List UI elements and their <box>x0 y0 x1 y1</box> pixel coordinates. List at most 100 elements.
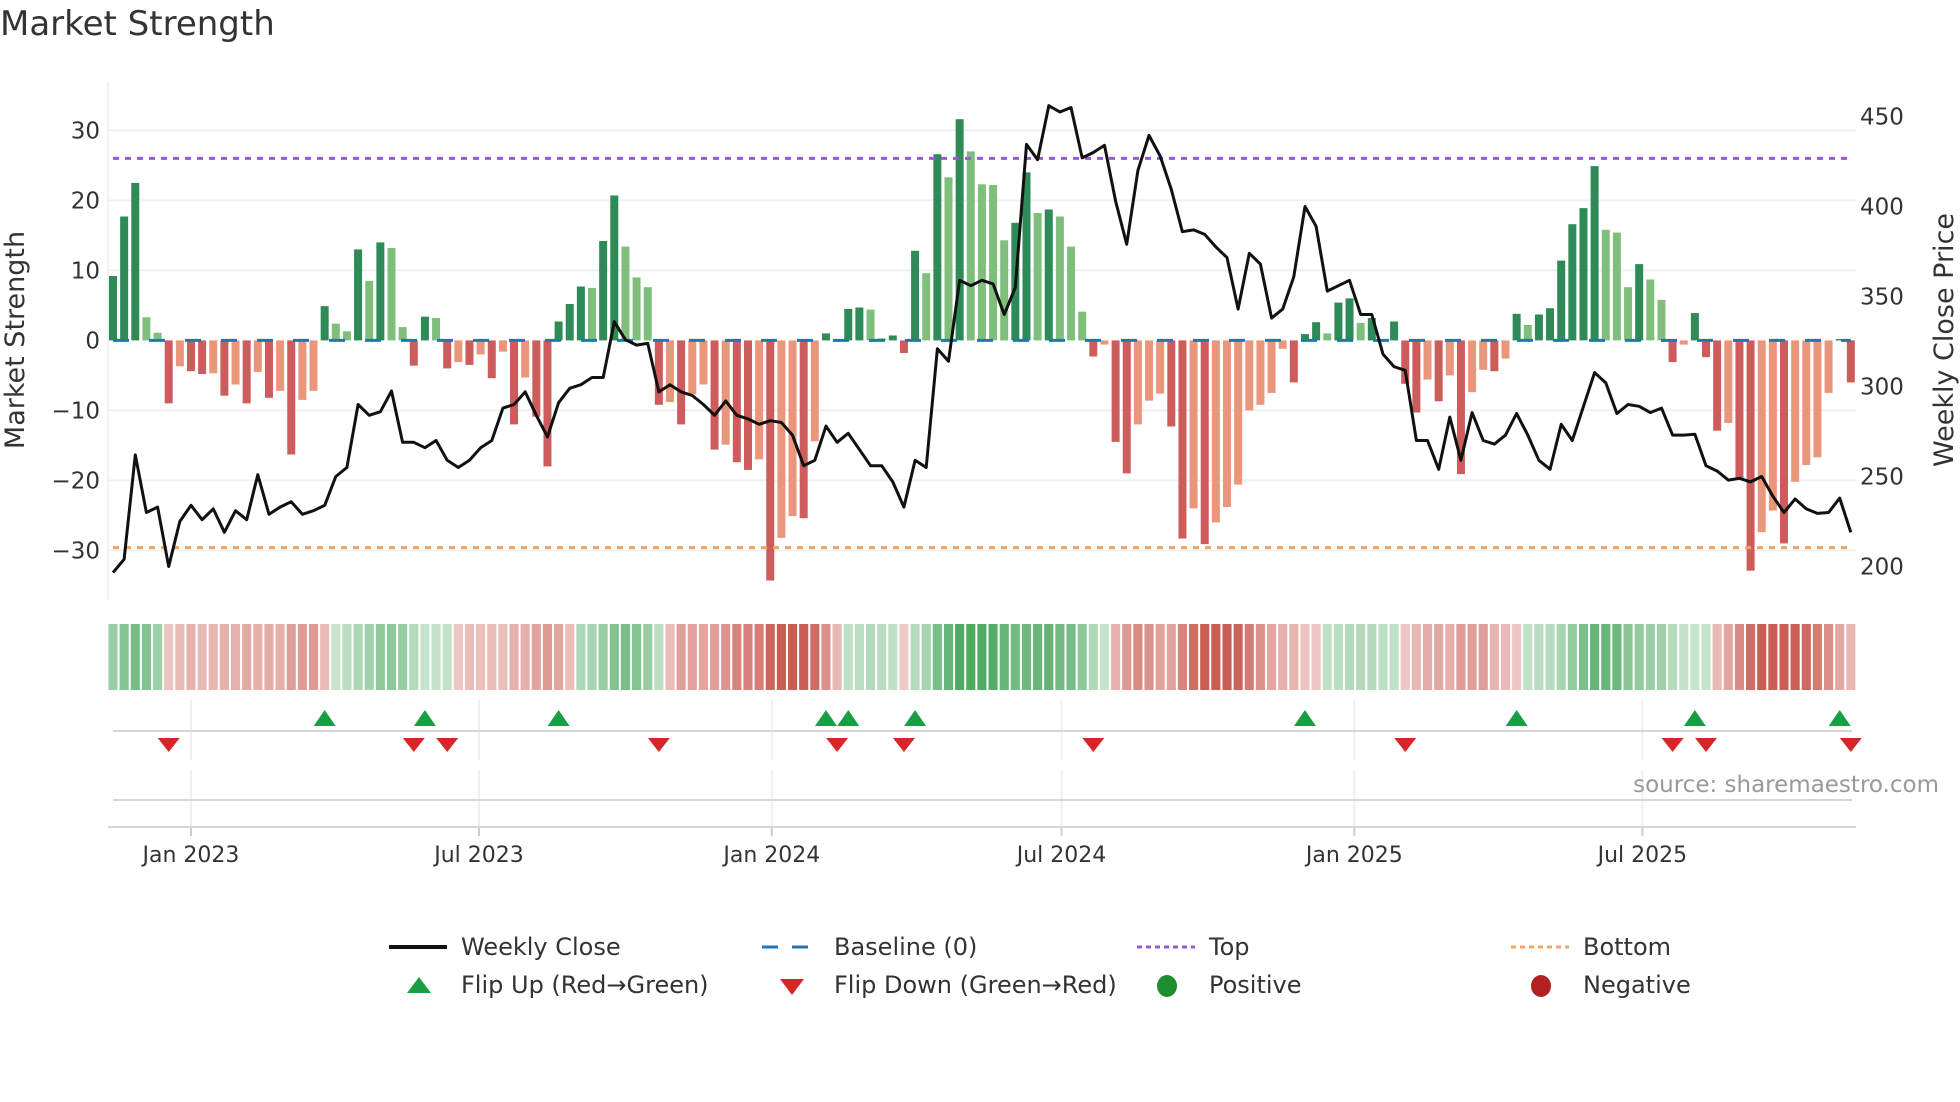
heat-strip-cell <box>1278 624 1288 690</box>
legend-label: Flip Up (Red→Green) <box>461 971 709 999</box>
strength-bar <box>1757 340 1766 533</box>
strength-bar <box>376 242 385 341</box>
heat-strip-cell <box>1434 624 1444 690</box>
heat-strip-cell <box>320 624 330 690</box>
heat-strip-cell <box>1311 624 1321 690</box>
strength-bar <box>588 287 597 341</box>
heat-strip-cell <box>1244 624 1254 690</box>
strength-bar <box>398 327 407 341</box>
heat-strip-cell <box>230 624 241 690</box>
strength-bar <box>777 340 786 538</box>
heat-strip-cell <box>498 624 508 690</box>
heat-strip-cell <box>453 624 463 690</box>
strength-bar <box>1267 340 1276 393</box>
strength-bar <box>432 318 441 341</box>
heat-strip-cell <box>308 624 319 690</box>
right-tick-label: 450 <box>1860 105 1904 131</box>
strength-bar <box>1713 340 1722 431</box>
heat-strip-cell <box>1801 624 1811 690</box>
flip-down-marker <box>157 738 180 752</box>
strength-bar <box>543 340 552 467</box>
strength-bar <box>387 248 396 341</box>
heat-strip-cell <box>152 624 163 690</box>
strength-bar <box>1390 321 1399 341</box>
strength-bar <box>1067 246 1076 341</box>
flip-up-marker <box>1505 710 1528 726</box>
strength-bar <box>1668 340 1677 363</box>
strength-bar <box>1100 340 1109 345</box>
x-tick-label: Jul 2024 <box>1015 843 1107 868</box>
strength-bar <box>576 286 585 341</box>
strength-bar <box>688 340 697 395</box>
strength-bar <box>209 340 218 374</box>
heat-strip-cell <box>1656 624 1667 690</box>
strength-bar <box>844 308 853 341</box>
strength-bar <box>354 249 363 341</box>
strength-bar <box>1145 340 1154 401</box>
heat-strip-cell <box>1634 624 1644 690</box>
heat-strip-cell <box>1846 624 1856 690</box>
left-tick-label: −10 <box>51 398 100 424</box>
legend-label: Negative <box>1583 971 1691 999</box>
heat-strip-cell <box>286 624 296 690</box>
flip-down-marker <box>1839 738 1862 752</box>
flip-down-marker <box>1394 738 1417 752</box>
heat-strip-cell <box>1344 624 1355 690</box>
heat-strip-cell <box>966 624 976 690</box>
heat-strip-cell <box>1010 624 1020 690</box>
heat-strip-cell <box>1701 624 1711 690</box>
strength-bar <box>1590 166 1599 341</box>
strength-bar <box>420 316 429 341</box>
heat-strip-cell <box>821 624 831 690</box>
strength-bar <box>1356 322 1365 341</box>
heat-strip-cell <box>1567 624 1577 690</box>
flip-up-marker <box>547 710 570 726</box>
strength-bar <box>1557 260 1566 341</box>
strength-bar <box>287 340 296 455</box>
strength-bar <box>1824 340 1833 393</box>
heat-strip-cell <box>854 624 864 690</box>
heat-strip-cell <box>1512 624 1522 690</box>
strength-bar <box>1156 340 1165 394</box>
heat-strip-cell <box>1601 624 1611 690</box>
heat-strip-cell <box>654 624 664 690</box>
strength-bar <box>855 307 864 341</box>
left-tick-label: 0 <box>85 328 100 354</box>
heat-strip-cell <box>353 624 363 690</box>
strength-bar <box>1345 298 1354 341</box>
strength-bar <box>699 340 708 385</box>
heat-strip-cell <box>1723 624 1733 690</box>
heat-strip-cell <box>364 624 374 690</box>
strength-bar <box>1601 229 1610 341</box>
strength-bar <box>732 340 741 463</box>
x-tick-label: Jul 2025 <box>1596 843 1688 868</box>
legend-label: Top <box>1209 933 1250 961</box>
heat-strip-cell <box>1746 624 1756 690</box>
heat-strip-cell <box>565 624 575 690</box>
x-tick-label: Jan 2023 <box>141 843 240 868</box>
heat-strip-cell <box>431 624 441 690</box>
heat-strip-cell <box>888 624 898 690</box>
heat-strip-cell <box>665 624 675 690</box>
heat-strip-cell <box>242 624 252 690</box>
heat-strip-cell <box>1668 624 1678 690</box>
strength-bar <box>621 246 630 341</box>
strength-bar <box>911 250 920 341</box>
strength-bar <box>1791 340 1800 482</box>
flip-up-marker <box>1293 710 1316 726</box>
strength-bar <box>1568 224 1577 341</box>
heat-strip-cell <box>687 624 697 690</box>
heat-strip-cell <box>1189 624 1199 690</box>
strength-bar <box>142 317 151 341</box>
strength-bar <box>1612 232 1621 341</box>
heat-strip-cell <box>598 624 608 690</box>
heat-strip-cell <box>141 624 151 690</box>
left-tick-label: 20 <box>71 188 100 214</box>
strength-bar <box>933 154 942 341</box>
strength-bar <box>1055 216 1064 341</box>
heat-strip-cell <box>297 624 307 690</box>
heat-strip-cell <box>754 624 764 690</box>
strength-bar <box>1044 209 1053 341</box>
heat-strip-cell <box>799 624 809 690</box>
strength-bar <box>666 340 674 402</box>
